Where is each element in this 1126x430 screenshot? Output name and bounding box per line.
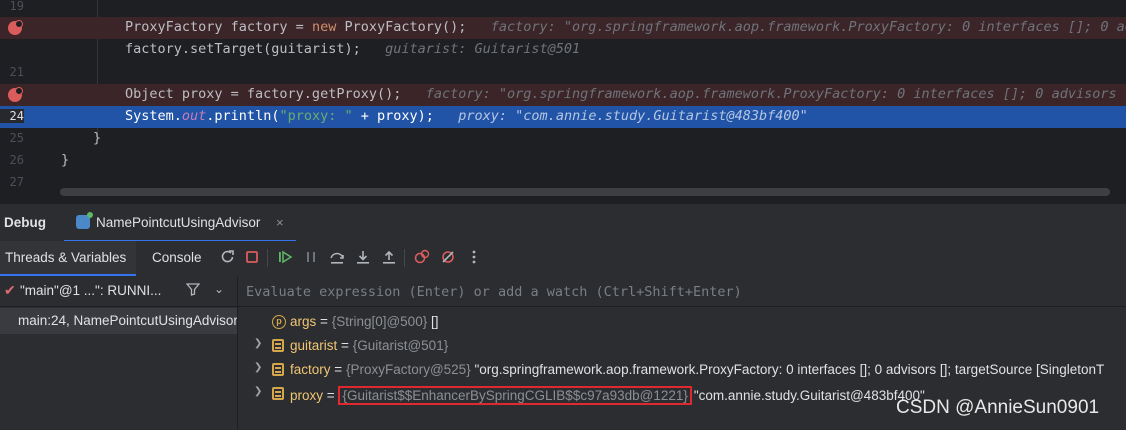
tab-label: Console [152, 250, 202, 265]
keyword: new [311, 19, 337, 35]
chevron-right-icon[interactable]: ❯ [254, 362, 262, 373]
inline-value: factory: "org.springframework.aop.framew… [425, 86, 1126, 102]
variable-value: "com.annie.study.Guitarist@483bf400" [693, 388, 925, 403]
code-editor[interactable]: 19 ProxyFactory factory = new ProxyFacto… [0, 0, 1126, 203]
code-text: } [61, 152, 70, 168]
line-number: 25 [9, 131, 24, 145]
mute-breakpoints-icon[interactable] [439, 249, 457, 267]
step-over-icon[interactable] [328, 249, 346, 267]
equals-sign: = [326, 388, 335, 403]
chevron-down-icon[interactable]: ⌄ [214, 282, 224, 296]
code-line-current[interactable]: 24 System.out.println("proxy: " + proxy)… [0, 106, 1126, 128]
tab-console[interactable]: Console [152, 241, 202, 276]
variable-type: {String[0]@500} [331, 314, 428, 329]
field-icon [272, 387, 284, 400]
checkmark-icon: ✔ [4, 282, 16, 298]
breakpoint-icon[interactable] [8, 20, 23, 35]
threads-pane: ✔ "main"@1 ...": RUNNI... ⌄ main:24, Nam… [0, 276, 238, 430]
evaluate-expression-bar [238, 276, 1126, 307]
chevron-right-icon[interactable]: ❯ [254, 386, 262, 397]
code-statement: Object proxy = factory.getProxy(); [125, 86, 402, 102]
variable-row[interactable]: p args = {String[0]@500} [] [238, 310, 1126, 334]
variable-name: guitarist [290, 338, 338, 353]
variable-name: factory [290, 362, 331, 377]
inline-value: proxy: "com.annie.study.Guitarist@483bf4… [458, 108, 808, 124]
session-tab-label: NamePointcutUsingAdvisor [96, 215, 261, 230]
resume-icon[interactable] [276, 249, 294, 267]
parameter-icon: p [272, 315, 286, 329]
debug-title: Debug [4, 215, 46, 230]
filter-icon[interactable] [185, 282, 201, 299]
line-number: 21 [9, 65, 24, 79]
code-line[interactable]: 21 [0, 62, 1126, 84]
view-breakpoints-icon[interactable] [413, 249, 431, 267]
variable-text: factory = {ProxyFactory@525} "org.spring… [290, 362, 1104, 377]
variable-text: proxy = {Guitarist$$EnhancerBySpringCGLI… [290, 386, 925, 405]
field-icon [272, 363, 284, 376]
code-line[interactable]: 26 } [0, 150, 1126, 172]
variable-name: args [290, 314, 317, 329]
variable-type-highlighted: {Guitarist$$EnhancerBySpringCGLIB$$c97a9… [338, 386, 692, 405]
tab-debug-session[interactable]: NamePointcutUsingAdvisor × [64, 204, 296, 242]
debug-tool-window-header: Debug NamePointcutUsingAdvisor × [0, 203, 1126, 242]
tab-label: Threads & Variables [5, 250, 127, 265]
stop-icon[interactable] [243, 249, 261, 267]
variable-row[interactable]: ❯ guitarist = {Guitarist@501} [238, 334, 1126, 358]
code-line-breakpoint[interactable]: Object proxy = factory.getProxy(); facto… [0, 84, 1126, 106]
pause-icon[interactable] [302, 249, 320, 267]
field-icon [272, 339, 284, 352]
stack-frame-label: main:24, NamePointcutUsingAdvisor [18, 313, 237, 328]
selected-thread: "main"@1 ...": RUNNI... [20, 283, 162, 298]
variable-type: {Guitarist@501} [352, 338, 449, 353]
chevron-right-icon[interactable]: ❯ [254, 338, 262, 349]
variable-name: proxy [290, 388, 324, 403]
rerun-icon[interactable] [218, 249, 236, 267]
stack-frame-row[interactable]: main:24, NamePointcutUsingAdvisor [0, 308, 237, 334]
toolbar-separator [267, 249, 268, 267]
thread-selector[interactable]: ✔ "main"@1 ...": RUNNI... ⌄ [0, 276, 237, 307]
close-icon[interactable]: × [276, 215, 284, 230]
code-text: System.out.println("proxy: " + proxy); p… [125, 108, 808, 124]
tab-threads-variables[interactable]: Threads & Variables [0, 241, 136, 276]
breakpoint-icon[interactable] [8, 87, 23, 102]
code-text: Object proxy = factory.getProxy(); facto… [125, 86, 1126, 102]
evaluate-expression-input[interactable] [244, 281, 1108, 303]
equals-sign: = [334, 362, 343, 377]
code-string: "proxy: " [279, 108, 353, 124]
line-number: 26 [9, 153, 24, 167]
code-part: + proxy); [352, 108, 434, 124]
variable-text: args = {String[0]@500} [] [290, 314, 439, 329]
line-number: 19 [9, 0, 24, 13]
more-icon[interactable] [465, 249, 483, 267]
line-number: 27 [9, 175, 24, 189]
code-part: System. [125, 108, 182, 124]
variable-type: {ProxyFactory@525} [345, 362, 471, 377]
code-field: out [181, 108, 207, 124]
watermark: CSDN @AnnieSun0901 [896, 397, 1100, 418]
variable-text: guitarist = {Guitarist@501} [290, 338, 448, 353]
code-line[interactable]: 25 } [0, 128, 1126, 150]
inline-value: guitarist: Guitarist@501 [385, 41, 581, 57]
code-line-breakpoint[interactable]: ProxyFactory factory = new ProxyFactory(… [0, 17, 1126, 39]
variable-value: "org.springframework.aop.framework.Proxy… [474, 362, 1105, 377]
line-number: 24 [0, 109, 24, 123]
step-into-icon[interactable] [354, 249, 372, 267]
toolbar-separator [404, 249, 405, 267]
run-config-icon [76, 212, 93, 229]
equals-sign: = [341, 338, 349, 353]
code-line[interactable]: 19 [0, 0, 1126, 18]
code-text: } [93, 130, 102, 146]
inline-value: factory: "org.springframework.aop.framew… [490, 19, 1126, 35]
variable-value: [] [430, 314, 439, 329]
code-part: .println( [206, 108, 280, 124]
code-line[interactable]: factory.setTarget(guitarist); guitarist:… [0, 39, 1126, 61]
equals-sign: = [320, 314, 328, 329]
code-text: factory.setTarget(guitarist); guitarist:… [125, 41, 580, 57]
code-text: ProxyFactory factory = new ProxyFactory(… [125, 19, 1126, 35]
horizontal-scrollbar[interactable] [60, 188, 1110, 196]
variable-row[interactable]: ❯ factory = {ProxyFactory@525} "org.spri… [238, 358, 1126, 382]
step-out-icon[interactable] [380, 249, 398, 267]
code-statement: factory.setTarget(guitarist); [125, 41, 361, 57]
debug-toolbar: Threads & Variables Console [0, 241, 1126, 277]
